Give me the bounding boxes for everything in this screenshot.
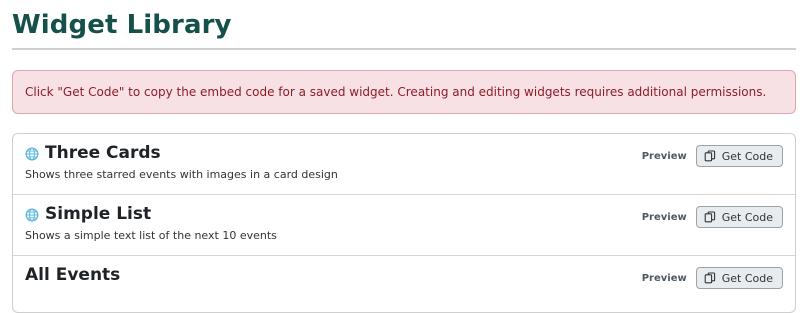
widget-title-group: Simple List [25, 204, 151, 224]
widget-row-simple-list: Simple List Shows a simple text list of … [13, 195, 795, 256]
widget-row-three-cards: Three Cards Shows three starred events w… [13, 134, 795, 195]
widget-name: All Events [25, 265, 121, 285]
widget-actions: Preview Get Code [642, 267, 783, 289]
widget-list: Three Cards Shows three starred events w… [12, 133, 796, 313]
get-code-button[interactable]: Get Code [695, 206, 783, 228]
widget-description: Shows three starred events with images i… [25, 168, 338, 181]
copy-icon [704, 211, 716, 223]
copy-icon [704, 150, 716, 162]
widget-row-all-events: All Events Preview Get Code [13, 256, 795, 312]
preview-link[interactable]: Preview [642, 212, 687, 223]
get-code-label: Get Code [721, 271, 773, 285]
globe-icon [25, 207, 39, 222]
preview-link[interactable]: Preview [642, 151, 687, 162]
copy-icon [704, 272, 716, 284]
get-code-label: Get Code [721, 210, 773, 224]
widget-description: Shows a simple text list of the next 10 … [25, 229, 277, 242]
preview-link[interactable]: Preview [642, 273, 687, 284]
permissions-alert: Click "Get Code" to copy the embed code … [12, 70, 796, 114]
get-code-button[interactable]: Get Code [695, 145, 783, 167]
alert-message: Click "Get Code" to copy the embed code … [25, 85, 767, 99]
get-code-button[interactable]: Get Code [695, 267, 783, 289]
page-title: Widget Library [12, 10, 232, 40]
widget-actions: Preview Get Code [642, 206, 783, 228]
widget-name: Three Cards [45, 143, 161, 163]
globe-icon [25, 146, 39, 161]
widget-title-group: All Events [25, 265, 120, 285]
widget-actions: Preview Get Code [642, 145, 783, 167]
widget-name: Simple List [45, 204, 152, 224]
title-divider [12, 48, 796, 50]
get-code-label: Get Code [721, 149, 773, 163]
widget-title-group: Three Cards [25, 143, 161, 163]
